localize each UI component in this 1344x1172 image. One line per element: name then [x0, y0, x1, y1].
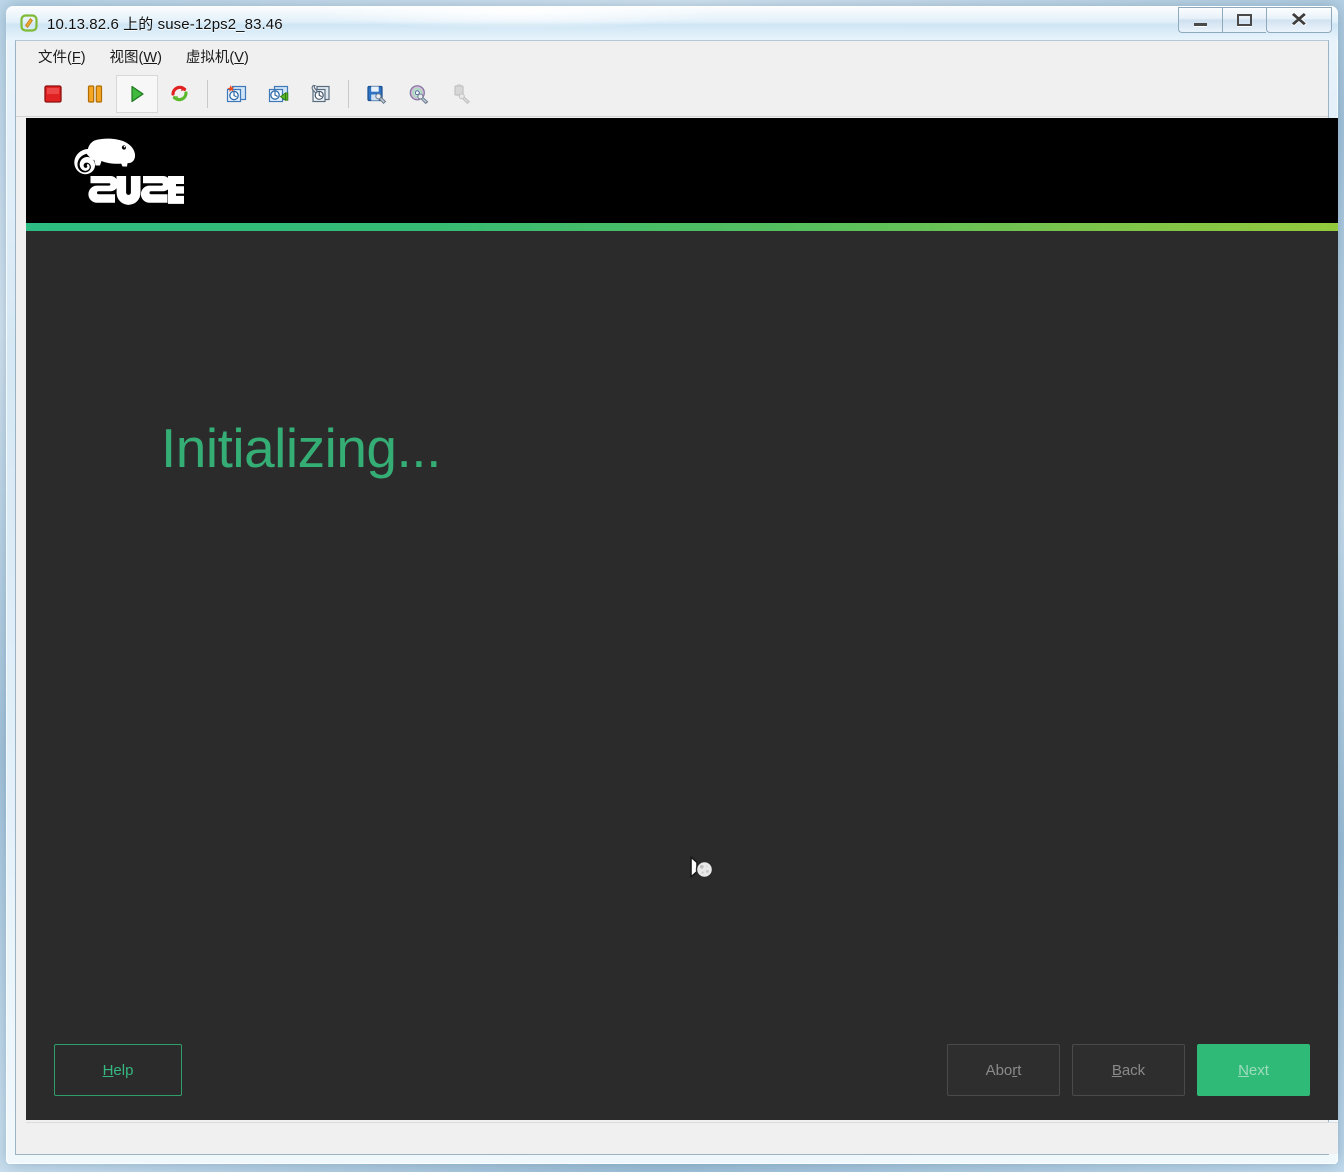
power-off-button[interactable]: [32, 75, 74, 113]
toolbar-separator-1: [207, 80, 208, 108]
window-controls: ✕: [1178, 7, 1332, 33]
help-button-label-rest: elp: [113, 1062, 133, 1079]
window-client-area: 文件(F) 视图(W) 虚拟机(V): [15, 40, 1329, 1155]
suspend-button[interactable]: [74, 75, 116, 113]
edit-vm-settings-button[interactable]: [356, 75, 398, 113]
menubar: 文件(F) 视图(W) 虚拟机(V): [16, 41, 1328, 71]
vmware-remote-console-icon: [20, 14, 38, 32]
menu-view[interactable]: 视图(W): [102, 43, 170, 70]
snapshot-camera-icon: [225, 84, 247, 104]
close-icon: ✕: [1290, 11, 1308, 30]
abort-button-label-pre: Abo: [986, 1062, 1013, 1079]
red-square-stop-icon: [44, 85, 62, 103]
window-title: 10.13.82.6 上的 suse-12ps2_83.46: [47, 13, 283, 34]
abort-button[interactable]: Abort: [947, 1044, 1060, 1096]
installer-status-heading: Initializing...: [161, 416, 441, 480]
statusbar: [26, 1122, 1338, 1154]
power-on-button[interactable]: [116, 75, 158, 113]
back-button-mnemonic: B: [1112, 1062, 1122, 1079]
manage-snapshots-button[interactable]: [299, 75, 341, 113]
back-button[interactable]: Back: [1072, 1044, 1185, 1096]
orange-pause-icon: [86, 85, 104, 103]
menu-view-mnemonic: W: [143, 50, 157, 66]
window-titlebar[interactable]: 10.13.82.6 上的 suse-12ps2_83.46 ✕: [6, 6, 1338, 40]
maximize-button[interactable]: [1222, 7, 1266, 33]
restart-guest-button[interactable]: [158, 75, 200, 113]
usb-settings-button[interactable]: [440, 75, 482, 113]
menu-vm-mnemonic: V: [234, 50, 244, 66]
busy-arrow-cursor: [685, 854, 719, 888]
menu-file-label: 文件: [38, 50, 67, 66]
revert-snapshot-icon: [267, 84, 289, 104]
help-button[interactable]: Help: [54, 1044, 182, 1096]
red-green-refresh-icon: [169, 83, 190, 104]
menu-view-label: 视图: [110, 50, 139, 66]
toolbar-separator-2: [348, 80, 349, 108]
close-button[interactable]: ✕: [1266, 7, 1332, 33]
suse-chameleon-logo: [64, 134, 184, 208]
vm-guest-screen[interactable]: Initializing... Help: [26, 118, 1338, 1120]
menu-vm[interactable]: 虚拟机(V): [178, 43, 257, 70]
menu-file[interactable]: 文件(F): [30, 43, 94, 70]
menu-file-mnemonic: F: [72, 50, 81, 66]
maximize-icon: [1237, 14, 1252, 26]
minimize-icon: [1194, 23, 1207, 26]
back-button-label-rest: ack: [1122, 1062, 1145, 1079]
take-snapshot-button[interactable]: [215, 75, 257, 113]
installer-button-row: Help Abort Back Next: [26, 1044, 1338, 1096]
vmware-remote-console-window: 10.13.82.6 上的 suse-12ps2_83.46 ✕ 文件(F) 视…: [6, 6, 1338, 1164]
usb-wrench-icon: [450, 84, 472, 104]
next-button-label-rest: ext: [1249, 1062, 1269, 1079]
cd-dvd-settings-button[interactable]: [398, 75, 440, 113]
revert-snapshot-button[interactable]: [257, 75, 299, 113]
green-play-icon: [128, 85, 146, 103]
help-button-mnemonic: H: [103, 1062, 114, 1079]
toolbar: [16, 71, 1328, 117]
minimize-button[interactable]: [1178, 7, 1222, 33]
abort-button-label-post: t: [1017, 1062, 1021, 1079]
menu-vm-label: 虚拟机: [186, 50, 230, 66]
titlebar-left-group: 10.13.82.6 上的 suse-12ps2_83.46: [20, 6, 283, 40]
installer-header: [26, 118, 1338, 223]
next-button[interactable]: Next: [1197, 1044, 1310, 1096]
installer-body: Initializing... Help: [26, 231, 1338, 1120]
next-button-mnemonic: N: [1238, 1062, 1249, 1079]
installer-accent-rule: [26, 223, 1338, 231]
cd-wrench-icon: [408, 84, 430, 104]
snapshot-manager-wrench-icon: [309, 84, 331, 104]
floppy-wrench-icon: [366, 84, 388, 104]
